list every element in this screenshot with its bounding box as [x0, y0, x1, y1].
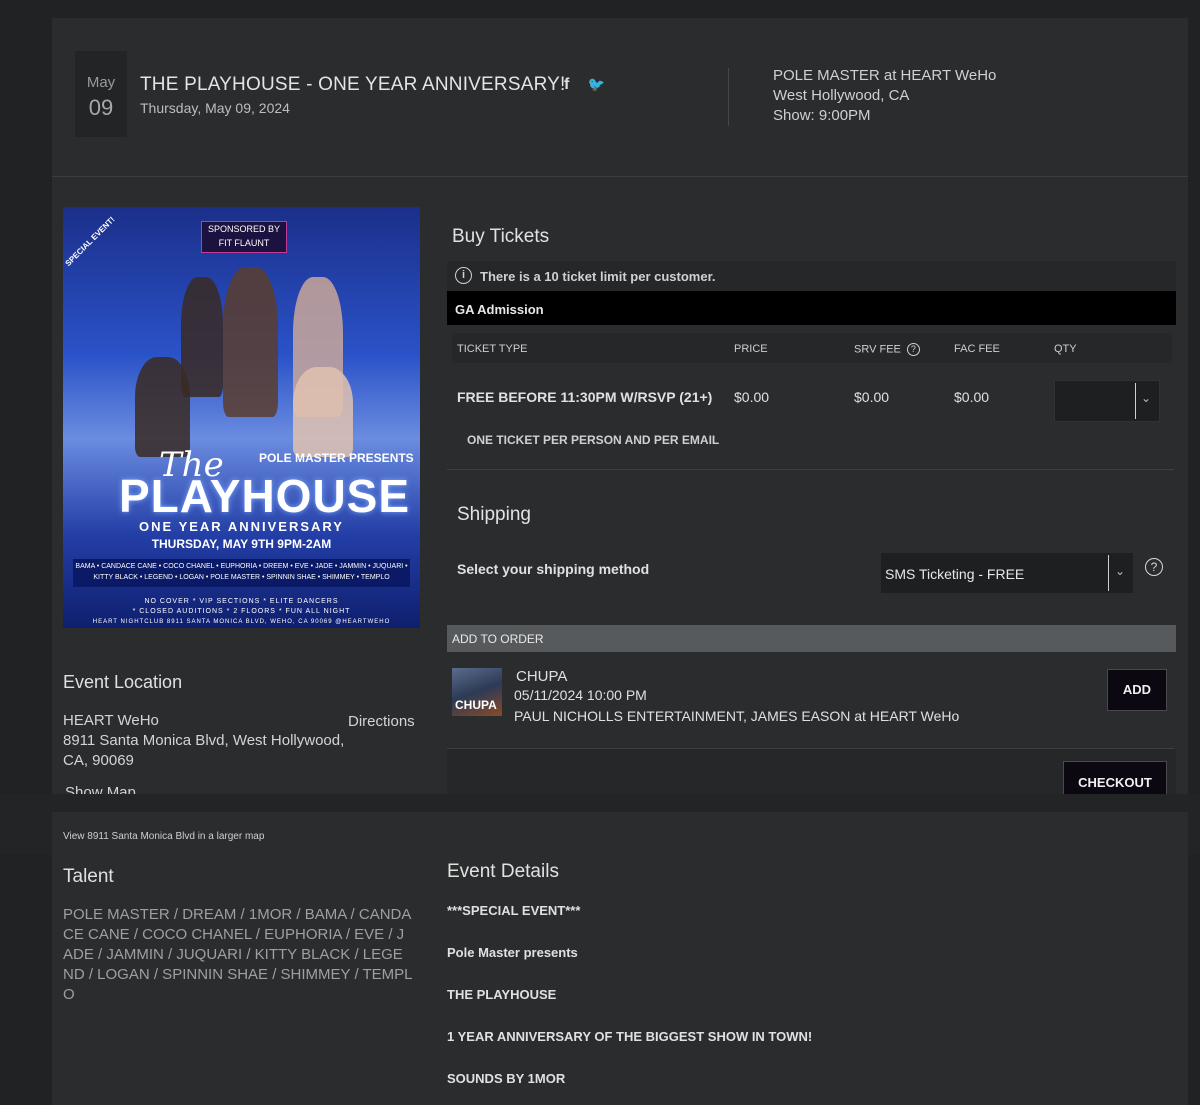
- poster-anniversary: ONE YEAR ANNIVERSARY: [139, 519, 344, 534]
- poster-playhouse: PLAYHOUSE: [119, 470, 411, 522]
- poster-names: BAMA • CANDACE CANE • COCO CHANEL • EUPH…: [73, 559, 410, 587]
- ticket-srv-fee: $0.00: [854, 389, 890, 405]
- select-divider: [1108, 555, 1109, 591]
- shipping-heading: Shipping: [457, 504, 531, 525]
- add-to-order-title: ADD TO ORDER: [452, 632, 544, 646]
- ticket-limit-text: There is a 10 ticket limit per customer.: [480, 269, 716, 284]
- addon-event-datetime: 05/11/2024 10:00 PM: [514, 687, 647, 703]
- ticket-table-header: TICKET TYPE PRICE SRV FEE? FAC FEE QTY: [452, 333, 1172, 363]
- add-button[interactable]: ADD: [1107, 669, 1167, 711]
- addon-event-title: CHUPA: [516, 668, 568, 685]
- event-page-lower: Talent POLE MASTER / DREAM / 1MOR / BAMA…: [52, 812, 1188, 1105]
- help-icon[interactable]: ?: [1145, 558, 1163, 576]
- social-links: f 🐦: [564, 76, 619, 94]
- poster-presents: POLE MASTER PRESENTS: [259, 451, 414, 465]
- divider: [447, 469, 1174, 470]
- location-heading: Event Location: [63, 672, 183, 692]
- col-price: PRICE: [734, 343, 768, 355]
- location-name: HEART WeHo: [63, 712, 159, 729]
- larger-map-link[interactable]: View 8911 Santa Monica Blvd in a larger …: [63, 831, 264, 842]
- add-to-order-header: ADD TO ORDER: [447, 625, 1176, 652]
- ticket-note: ONE TICKET PER PERSON AND PER EMAIL: [467, 433, 720, 447]
- details-line: Pole Master presents: [447, 945, 578, 960]
- date-month: May: [86, 74, 116, 91]
- event-title: THE PLAYHOUSE - ONE YEAR ANNIVERSARY!: [140, 74, 566, 95]
- ticket-section-header: GA Admission: [447, 291, 1176, 325]
- details-line: ***SPECIAL EVENT***: [447, 903, 581, 918]
- col-ticket-type: TICKET TYPE: [457, 343, 528, 355]
- poster-footer-line: * CLOSED AUDITIONS * 2 FLOORS * FUN ALL …: [132, 608, 351, 615]
- poster-figure: [223, 267, 278, 417]
- details-line: THE PLAYHOUSE: [447, 987, 557, 1002]
- quantity-select[interactable]: ⌄: [1054, 380, 1160, 422]
- poster-footer-line: NO COVER * VIP SECTIONS * ELITE DANCERS: [144, 598, 339, 605]
- facebook-icon[interactable]: f: [564, 76, 569, 93]
- directions-link[interactable]: Directions: [348, 713, 415, 730]
- chevron-down-icon: ⌄: [1115, 564, 1126, 578]
- poster-when: THURSDAY, MAY 9TH 9PM-2AM: [151, 537, 332, 551]
- poster-figure: [293, 367, 353, 457]
- shipping-method-select[interactable]: SMS Ticketing - FREE ⌄: [881, 553, 1133, 593]
- info-icon: i: [455, 267, 472, 284]
- help-icon[interactable]: ?: [906, 343, 920, 356]
- poster-figure: [135, 357, 190, 457]
- details-line: 1 YEAR ANNIVERSARY OF THE BIGGEST SHOW I…: [447, 1029, 813, 1044]
- shipping-label: Select your shipping method: [457, 561, 650, 577]
- poster-sponsor: SPONSORED BY FIT FLAUNT: [201, 221, 287, 253]
- col-qty: QTY: [1054, 343, 1077, 355]
- poster-footer: NO COVER * VIP SECTIONS * ELITE DANCERS …: [63, 597, 420, 627]
- col-srv-fee: SRV FEE?: [854, 343, 920, 356]
- event-poster: SPECIAL EVENT! SPONSORED BY FIT FLAUNT T…: [63, 207, 420, 628]
- ticket-section-title: GA Admission: [455, 302, 544, 317]
- venue-info: POLE MASTER at HEART WeHo West Hollywood…: [773, 66, 996, 126]
- buy-tickets-heading: Buy Tickets: [452, 226, 550, 247]
- chevron-down-icon: ⌄: [1141, 391, 1152, 405]
- ticket-type: FREE BEFORE 11:30PM W/RSVP (21+): [457, 389, 713, 405]
- talent-heading: Talent: [63, 866, 114, 887]
- date-day: 09: [88, 95, 114, 120]
- poster-ribbon: SPECIAL EVENT!: [63, 214, 117, 269]
- event-header: May 09 THE PLAYHOUSE - ONE YEAR ANNIVERS…: [52, 18, 1188, 177]
- ticket-limit-notice: i There is a 10 ticket limit per custome…: [447, 261, 1176, 291]
- addon-event-image: CHUPA: [452, 668, 502, 716]
- col-fac-fee: FAC FEE: [954, 343, 1000, 355]
- addon-image-text: CHUPA: [455, 698, 497, 712]
- ticket-fac-fee: $0.00: [954, 389, 990, 405]
- show-time: Show: 9:00PM: [773, 107, 871, 124]
- details-line: SOUNDS BY 1MOR: [447, 1071, 566, 1086]
- header-divider: [728, 68, 729, 126]
- venue-city: West Hollywood, CA: [773, 87, 910, 104]
- location-address: 8911 Santa Monica Blvd, West Hollywood, …: [63, 732, 345, 769]
- twitter-icon[interactable]: 🐦: [588, 76, 605, 92]
- ticket-price: $0.00: [734, 389, 770, 405]
- addon-event-presenter: PAUL NICHOLLS ENTERTAINMENT, JAMES EASON…: [514, 708, 960, 724]
- event-details-heading: Event Details: [447, 861, 559, 882]
- venue-name: POLE MASTER at HEART WeHo: [773, 67, 997, 84]
- select-divider: [1135, 383, 1136, 419]
- event-date: Thursday, May 09, 2024: [140, 100, 290, 116]
- talent-list: POLE MASTER / DREAM / 1MOR / BAMA / CAND…: [63, 906, 413, 1003]
- shipping-method-value: SMS Ticketing - FREE: [885, 566, 1025, 582]
- date-badge: May 09: [75, 51, 127, 137]
- poster-footer-line: HEART NIGHTCLUB 8911 SANTA MONICA BLVD, …: [92, 619, 391, 625]
- col-srv-fee-label: SRV FEE: [854, 343, 901, 356]
